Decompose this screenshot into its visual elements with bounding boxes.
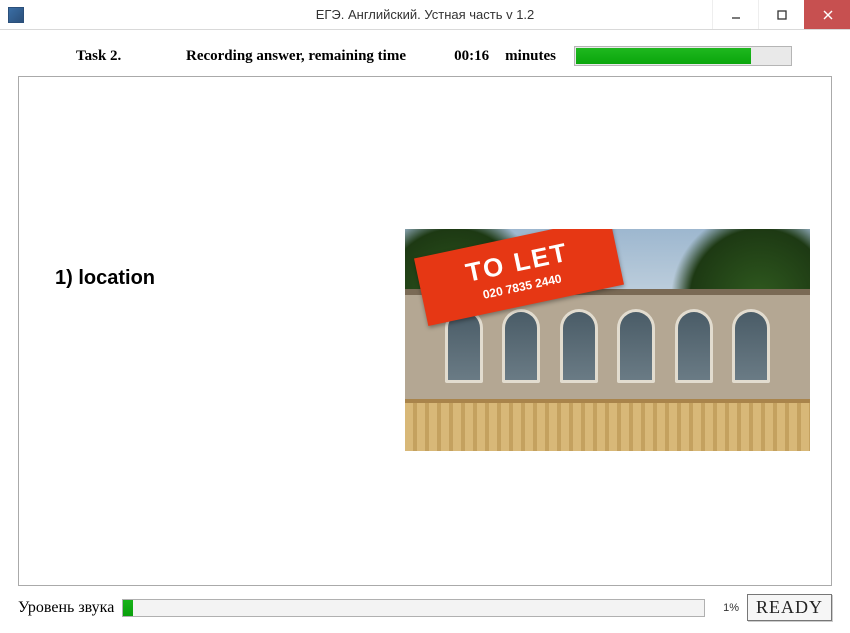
stimulus-image: TO LET 020 7835 2440 xyxy=(405,229,810,451)
question-prompt: 1) location xyxy=(55,267,155,290)
time-progress xyxy=(574,46,792,66)
time-unit: minutes xyxy=(505,48,556,65)
content-panel: 1) location TO LET 020 7835 2440 xyxy=(18,76,832,586)
sound-level-label: Уровень звука xyxy=(18,599,114,617)
status-text: Recording answer, remaining time xyxy=(186,48,406,65)
window-decoration xyxy=(732,309,770,383)
sound-level-fill xyxy=(123,600,132,616)
ready-button[interactable]: READY xyxy=(747,594,832,621)
remaining-time: 00:16 xyxy=(435,48,489,65)
client-area: Task 2. Recording answer, remaining time… xyxy=(0,30,850,633)
minimize-button[interactable] xyxy=(712,0,758,29)
window-decoration xyxy=(617,309,655,383)
window-controls xyxy=(712,0,850,29)
task-label: Task 2. xyxy=(76,48,176,65)
maximize-button[interactable] xyxy=(758,0,804,29)
window-decoration xyxy=(675,309,713,383)
status-bar: Task 2. Recording answer, remaining time… xyxy=(18,40,832,76)
sound-level-meter xyxy=(122,599,705,617)
sound-level-percent: 1% xyxy=(713,602,739,614)
window-decoration xyxy=(560,309,598,383)
close-button[interactable] xyxy=(804,0,850,29)
window-decoration xyxy=(502,309,540,383)
fence-decoration xyxy=(405,399,810,451)
footer-bar: Уровень звука 1% READY xyxy=(18,594,832,621)
window-titlebar: ЕГЭ. Английский. Устная часть v 1.2 xyxy=(0,0,850,30)
time-progress-fill xyxy=(576,48,751,64)
app-icon xyxy=(8,7,24,23)
